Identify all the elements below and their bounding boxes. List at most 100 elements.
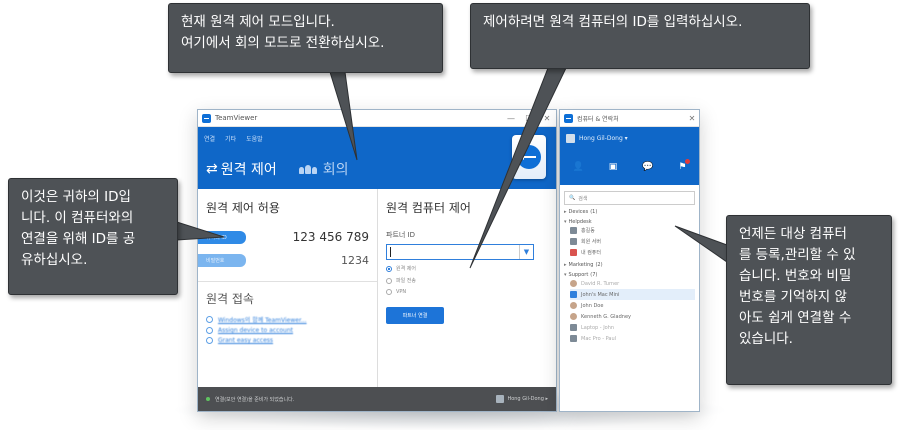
item-name: 홍길동 xyxy=(581,228,595,234)
password-row: 비밀번호 1234 xyxy=(198,254,369,267)
your-id-value[interactable]: 123 456 789 xyxy=(293,230,369,244)
group-devices[interactable]: ▸ Devices (1) xyxy=(564,209,695,215)
contacts-toolbar: 👤 ▣ 💬 ⚑ xyxy=(560,149,699,185)
list-item[interactable]: Mac Pro - Paul xyxy=(570,333,695,344)
expand-icon: ▸ xyxy=(564,262,567,268)
link-row[interactable]: Assign device to account xyxy=(206,327,369,334)
avatar xyxy=(566,133,575,143)
contacts-window: 컴퓨터 & 연락처 ✕ Hong Gil-Dong ▾ 👤 ▣ 💬 ⚑ 🔍 검색… xyxy=(559,109,700,412)
teamviewer-badge-logo xyxy=(512,135,546,179)
arrows-icon: ⇄ xyxy=(206,161,218,177)
add-contact-icon[interactable]: 👤 xyxy=(572,162,583,172)
group-name: Devices xyxy=(568,209,589,215)
collapse-icon: ▾ xyxy=(564,272,567,278)
window-title: TeamViewer xyxy=(215,114,258,122)
option-vpn[interactable]: VPN xyxy=(386,289,548,295)
contacts-user-name: Hong Gil-Dong ▾ xyxy=(579,134,628,142)
list-item[interactable]: Laptop - John xyxy=(570,322,695,333)
close-button[interactable]: ✕ xyxy=(538,114,556,123)
maximize-button[interactable]: ☐ xyxy=(520,114,538,123)
add-computer-icon[interactable]: ▣ xyxy=(609,162,618,172)
option-label: 원격 제어 xyxy=(396,266,416,272)
menu-item-connection[interactable]: 연결 xyxy=(204,134,215,143)
menu-item-help[interactable]: 도움말 xyxy=(246,134,263,143)
your-id-row: 귀하의 ID 123 456 789 xyxy=(198,230,369,244)
item-name: Mac Pro - Paul xyxy=(581,335,617,342)
computer-icon xyxy=(570,291,577,298)
section-title: 원격 접속 xyxy=(206,292,254,306)
callout-your-id: 이것은 귀하의 ID입 니다. 이 컴퓨터와의 연결을 위해 ID를 공 유하십… xyxy=(8,178,178,295)
menu-item-extras[interactable]: 기타 xyxy=(225,134,236,143)
item-name: David R. Turner xyxy=(581,280,620,287)
section-title: 원격 컴퓨터 제어 xyxy=(386,201,471,215)
partner-id-input[interactable]: ▼ xyxy=(386,244,534,260)
text-caret xyxy=(390,247,391,257)
group-count: (7) xyxy=(590,272,598,278)
radio-icon[interactable] xyxy=(386,289,392,295)
avatar xyxy=(496,395,505,403)
option-label: VPN xyxy=(396,289,407,295)
divider xyxy=(198,281,377,282)
contact-avatar-icon xyxy=(570,302,577,309)
partner-id-label: 파트너 ID xyxy=(386,231,415,239)
contacts-search-input[interactable]: 🔍 검색 xyxy=(564,191,695,205)
item-name: 내 컴퓨터 xyxy=(581,250,601,256)
notification-flag-icon[interactable]: ⚑ xyxy=(678,159,691,172)
expand-icon: ▸ xyxy=(564,209,567,215)
tab-label: 원격 제어 xyxy=(220,162,277,178)
callout-mode: 현재 원격 제어 모드입니다. 여기에서 회의 모드로 전환하십시오. xyxy=(168,3,443,73)
contact-avatar-icon xyxy=(570,280,577,287)
list-item[interactable]: John Doe xyxy=(570,300,695,311)
people-icon xyxy=(298,164,317,174)
minimize-button[interactable]: — xyxy=(502,114,520,123)
link[interactable]: Assign device to account xyxy=(218,327,293,334)
chat-icon[interactable]: 💬 xyxy=(642,162,653,172)
search-icon: 🔍 xyxy=(569,195,576,201)
tab-label: 회의 xyxy=(322,162,349,178)
link[interactable]: Grant easy access xyxy=(218,337,273,344)
title-bar: TeamViewer — ☐ ✕ xyxy=(198,110,556,127)
chevron-down-icon[interactable]: ▼ xyxy=(519,245,533,259)
radio-icon[interactable] xyxy=(386,277,392,284)
mode-tab-bar: ⇄ 원격 제어 회의 xyxy=(198,135,556,189)
contacts-window-title: 컴퓨터 & 연락처 xyxy=(577,115,619,123)
status-bar: 연결(보안 연결)을 준비가 되었습니다. Hong Gil-Dong ▸ xyxy=(198,387,556,411)
link[interactable]: Windows의 함께 TeamViewer... xyxy=(218,315,307,324)
account-menu[interactable]: Hong Gil-Dong ▸ xyxy=(496,395,548,403)
option-remote-control[interactable]: 원격 제어 xyxy=(386,265,548,272)
contacts-user-bar[interactable]: Hong Gil-Dong ▾ xyxy=(560,127,699,149)
group-name: Marketing xyxy=(568,262,594,268)
tab-meeting[interactable]: 회의 xyxy=(298,159,349,179)
control-remote-panel: 원격 컴퓨터 제어 파트너 ID ▼ 원격 제어 파일 전송 VPN 파트너 연… xyxy=(378,189,556,389)
radio-selected-icon[interactable] xyxy=(386,265,392,272)
window-controls: — ☐ ✕ xyxy=(502,114,556,123)
teamviewer-logo-icon xyxy=(564,113,573,123)
list-item[interactable]: 홍길동 xyxy=(570,225,695,236)
list-item[interactable]: 회원 서버 xyxy=(570,236,695,247)
circle-icon xyxy=(206,316,213,323)
list-item[interactable]: Kenneth G. Gladney xyxy=(570,311,695,322)
collapse-icon: ▾ xyxy=(564,219,567,225)
item-name: John's Mac Mini xyxy=(581,291,620,298)
option-label: 파일 전송 xyxy=(396,278,416,284)
close-button[interactable]: ✕ xyxy=(685,114,699,123)
account-name: Hong Gil-Dong ▸ xyxy=(507,396,548,402)
tab-remote-control[interactable]: ⇄ 원격 제어 xyxy=(206,159,277,179)
circle-icon xyxy=(206,337,213,344)
computer-icon xyxy=(570,249,577,256)
group-marketing[interactable]: ▸ Marketing (2) xyxy=(564,262,695,268)
link-row[interactable]: Grant easy access xyxy=(206,337,369,344)
search-placeholder: 검색 xyxy=(578,195,588,202)
computer-icon xyxy=(570,324,577,331)
connect-partner-button[interactable]: 파트너 연결 xyxy=(386,307,444,324)
list-item[interactable]: 내 컴퓨터 xyxy=(570,247,695,258)
list-item[interactable]: David R. Turner xyxy=(570,278,695,289)
option-file-transfer[interactable]: 파일 전송 xyxy=(386,277,548,284)
group-name: Support xyxy=(568,272,589,278)
list-item[interactable]: John's Mac Mini xyxy=(570,289,695,300)
section-title: 원격 제어 허용 xyxy=(206,201,280,215)
password-label: 비밀번호 xyxy=(198,254,246,267)
password-value[interactable]: 1234 xyxy=(341,254,369,267)
computer-icon xyxy=(570,238,577,245)
link-row[interactable]: Windows의 함께 TeamViewer... xyxy=(206,315,369,324)
